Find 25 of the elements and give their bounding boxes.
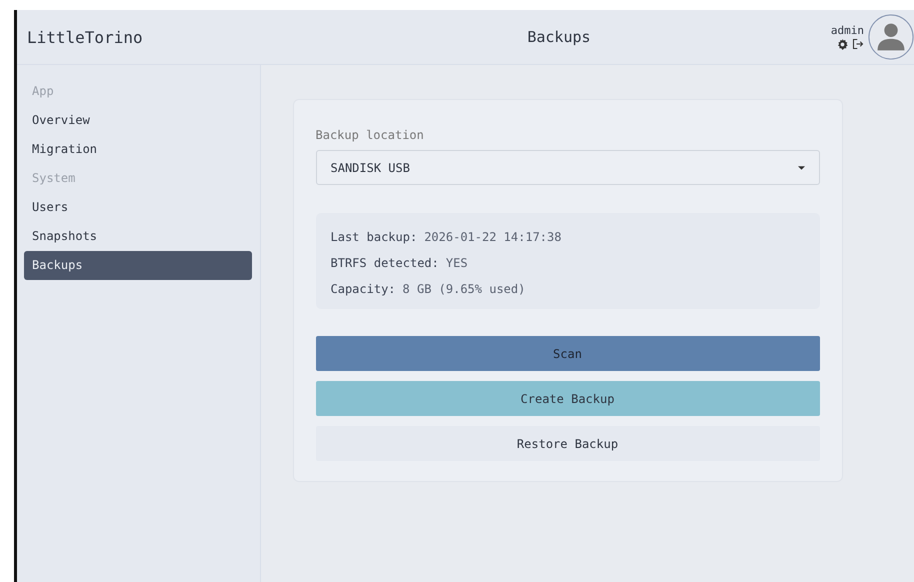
page-title: Backups bbox=[526, 28, 592, 46]
nav-section-label: App bbox=[31, 83, 55, 100]
caret-icon bbox=[798, 166, 804, 170]
user-name: admin bbox=[830, 24, 864, 37]
nav-item[interactable]: Backups bbox=[24, 251, 252, 280]
location-select[interactable]: SANDISK USB bbox=[316, 150, 820, 185]
nav-item[interactable]: Overview bbox=[24, 106, 252, 135]
info-value: 8 GB (9.65% used) bbox=[402, 282, 526, 296]
avatar[interactable] bbox=[868, 14, 914, 60]
info-value: YES bbox=[446, 256, 468, 270]
nav-item[interactable]: Snapshots bbox=[24, 222, 252, 251]
settings-icon[interactable] bbox=[837, 38, 848, 50]
app-brand: LittleTorino bbox=[27, 28, 144, 46]
nav-item[interactable]: Users bbox=[24, 193, 252, 222]
info-value: 2026-01-22 14:17:38 bbox=[424, 230, 562, 244]
info-label: Capacity: bbox=[330, 282, 396, 296]
info-label: BTRFS detected: bbox=[330, 256, 439, 270]
create-backup-button[interactable]: Create Backup bbox=[316, 381, 820, 416]
nav-item[interactable]: Migration bbox=[24, 135, 252, 164]
field-label: Backup location bbox=[316, 128, 425, 142]
restore-backup-button[interactable]: Restore Backup bbox=[316, 426, 820, 461]
scan-button[interactable]: Scan bbox=[316, 336, 820, 371]
nav-section-label: System bbox=[31, 170, 76, 187]
logout-icon[interactable] bbox=[852, 38, 864, 50]
info-label: Last backup: bbox=[330, 230, 418, 244]
